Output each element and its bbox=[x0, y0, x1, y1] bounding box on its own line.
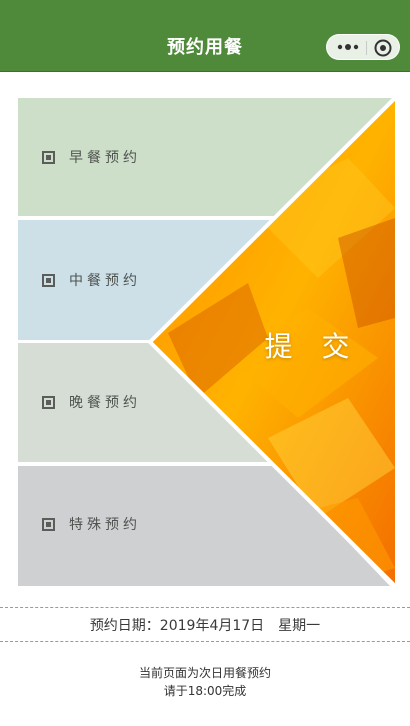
dinner-label: 晚餐预约 bbox=[69, 395, 141, 411]
submit-button[interactable]: 提 交 bbox=[262, 325, 362, 365]
more-options-icon[interactable] bbox=[336, 39, 360, 55]
reservation-date: 预约日期：2019年4月17日 bbox=[89, 617, 265, 634]
breakfast-label: 早餐预约 bbox=[69, 150, 141, 166]
lunch-label: 中餐预约 bbox=[69, 273, 141, 289]
lunch-option[interactable]: 中餐预约 bbox=[42, 268, 141, 292]
meal-reservation-panel: 早餐预约 中餐预约 晚餐预约 特殊预约 提 交 bbox=[18, 98, 395, 586]
reservation-weekday: 星期一 bbox=[278, 617, 321, 634]
special-option[interactable]: 特殊预约 bbox=[42, 512, 141, 536]
breakfast-checkbox-icon bbox=[42, 150, 55, 164]
notice-line-2: 请于18:00完成 bbox=[163, 684, 247, 698]
breakfast-option[interactable]: 早餐预约 bbox=[42, 145, 141, 169]
special-checkbox-icon bbox=[42, 517, 55, 531]
dinner-checkbox-icon bbox=[42, 395, 55, 409]
navigation-bar: 预约用餐 bbox=[0, 0, 410, 72]
dinner-option[interactable]: 晚餐预约 bbox=[42, 390, 141, 414]
special-label: 特殊预约 bbox=[69, 517, 141, 533]
lunch-checkbox-icon bbox=[42, 273, 55, 287]
capsule-divider bbox=[366, 41, 367, 55]
reservation-date-bar: 预约日期：2019年4月17日 星期一 bbox=[0, 607, 410, 642]
close-mini-program-icon[interactable] bbox=[373, 38, 393, 58]
notice-line-1: 当前页面为次日用餐预约 bbox=[138, 666, 271, 680]
mini-program-capsule bbox=[326, 34, 400, 60]
